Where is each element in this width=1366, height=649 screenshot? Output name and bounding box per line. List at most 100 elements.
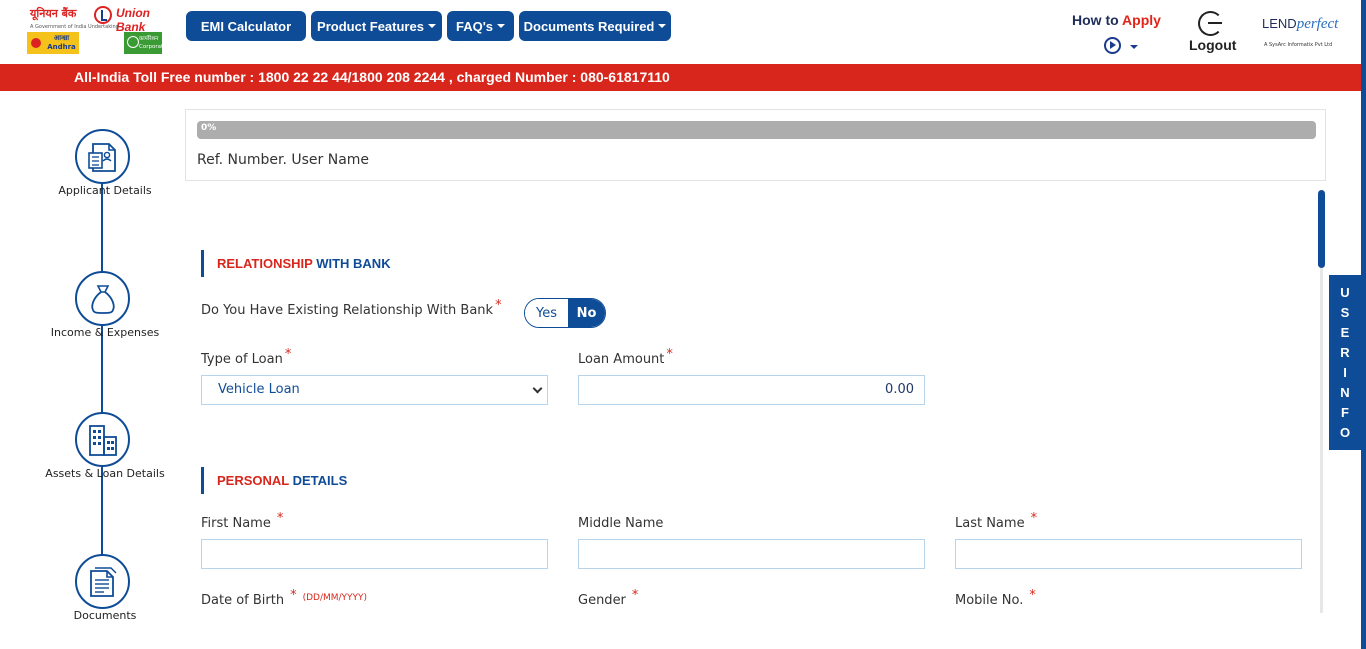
date-of-birth-label: Date of Birth * (DD/MM/YYYY): [201, 588, 368, 608]
heading-red-part: PERSONAL: [217, 473, 289, 488]
logout-button[interactable]: Logout: [1189, 37, 1236, 53]
union-bank-logo[interactable]: यूनियन बैंक Union Bank A Government of I…: [26, 4, 172, 54]
faqs-label: FAQ's: [455, 18, 494, 34]
required-marker: *: [666, 347, 673, 362]
toggle-no-option[interactable]: No: [568, 299, 605, 327]
scrollbar-thumb[interactable]: [1318, 190, 1325, 268]
step-connector: [101, 184, 103, 272]
relationship-section-heading: RELATIONSHIP WITH BANK: [201, 250, 391, 277]
chevron-down-icon: [532, 383, 543, 394]
user-info-letter: S: [1340, 304, 1350, 320]
middle-name-input[interactable]: [578, 539, 925, 569]
type-of-loan-value: Vehicle Loan: [218, 382, 300, 397]
andhra-bank-logo: आन्ध्रा Andhra: [27, 32, 79, 54]
how-to-apply-link[interactable]: How to Apply: [1072, 12, 1161, 28]
mobile-number-label: Mobile No. *: [955, 588, 1036, 608]
logo-tagline: A Government of India Undertaking: [30, 24, 119, 30]
first-name-input[interactable]: [201, 539, 548, 569]
existing-relationship-toggle[interactable]: Yes No: [524, 298, 606, 328]
step-label-assets-loan-details: Assets & Loan Details: [45, 467, 165, 480]
product-features-label: Product Features: [317, 18, 424, 34]
user-info-letter: E: [1340, 324, 1350, 340]
date-format-hint: (DD/MM/YYYY): [302, 593, 368, 603]
loan-amount-label: Loan Amount *: [578, 347, 673, 367]
first-name-label: First Name *: [201, 511, 283, 531]
progress-percent: 0%: [201, 123, 217, 133]
documents-icon: [89, 566, 116, 597]
how-to-apply-word: Apply: [1122, 12, 1161, 28]
step-label-documents: Documents: [73, 609, 137, 622]
user-info-letter: F: [1341, 404, 1349, 420]
required-marker: *: [284, 347, 292, 362]
corporation-seal-icon: [127, 36, 139, 48]
play-circle-icon[interactable]: [1104, 37, 1121, 54]
lendperfect-perfect: perfect: [1296, 16, 1339, 32]
lendperfect-lend: LEND: [1262, 16, 1297, 31]
mobile-number-text: Mobile No.: [955, 593, 1024, 608]
loan-amount-text: Loan Amount: [578, 352, 665, 367]
gender-label: Gender *: [578, 588, 638, 608]
required-marker: *: [290, 588, 297, 603]
heading-blue-part: WITH BANK: [312, 256, 391, 271]
heading-red-part: RELATIONSHIP: [217, 256, 313, 271]
step-assets-loan-details[interactable]: [75, 412, 130, 467]
documents-required-dropdown[interactable]: Documents Required: [519, 11, 671, 41]
step-label-income-expenses: Income & Expenses: [50, 326, 160, 339]
faqs-dropdown[interactable]: FAQ's: [447, 11, 514, 41]
required-marker: *: [1030, 511, 1038, 526]
caret-down-icon: [427, 24, 436, 28]
andhra-mark-icon: [31, 38, 41, 48]
user-info-letter: U: [1340, 284, 1350, 300]
middle-name-text: Middle Name: [578, 516, 664, 531]
user-info-letter: O: [1339, 424, 1351, 440]
personal-section-heading: PERSONAL DETAILS: [201, 467, 347, 494]
scrollbar-track[interactable]: [1320, 268, 1323, 613]
building-icon: [88, 424, 117, 456]
last-name-input[interactable]: [955, 539, 1302, 569]
step-applicant-details[interactable]: [75, 129, 130, 184]
page-right-border: [1361, 0, 1366, 649]
step-documents[interactable]: [75, 554, 130, 609]
toggle-yes-option[interactable]: Yes: [525, 299, 568, 327]
step-label-applicant-details: Applicant Details: [58, 184, 152, 197]
money-bag-icon: [90, 284, 115, 314]
required-marker: *: [631, 588, 639, 603]
logo-bank-name: Union Bank: [116, 6, 150, 34]
type-of-loan-text: Type of Loan: [201, 352, 283, 367]
type-of-loan-label: Type of Loan *: [201, 347, 291, 367]
user-info-tab[interactable]: U S E R I N F O: [1329, 275, 1361, 450]
andhra-logo-text: आन्ध्रा Andhra: [47, 34, 76, 51]
toll-free-text: All-India Toll Free number : 1800 22 22 …: [74, 69, 670, 85]
emi-calculator-button[interactable]: EMI Calculator: [186, 11, 306, 41]
step-connector: [101, 467, 103, 555]
how-to-prefix: How to: [1072, 12, 1123, 28]
documents-required-label: Documents Required: [523, 18, 655, 34]
existing-relationship-text: Do You Have Existing Relationship With B…: [201, 303, 494, 318]
product-features-dropdown[interactable]: Product Features: [311, 11, 442, 41]
heading-blue-part: DETAILS: [289, 473, 348, 488]
loan-amount-input[interactable]: 0.00: [578, 375, 925, 405]
caret-down-icon: [497, 24, 506, 28]
existing-relationship-label: Do You Have Existing Relationship With B…: [201, 298, 502, 318]
user-info-letter: N: [1340, 384, 1350, 400]
step-connector: [101, 326, 103, 414]
progress-card: 0% Ref. Number. User Name: [185, 109, 1326, 181]
applicant-document-icon: [87, 142, 116, 172]
required-marker: *: [276, 511, 284, 526]
caret-down-icon[interactable]: [1130, 45, 1138, 49]
last-name-label: Last Name *: [955, 511, 1037, 531]
required-marker: *: [1029, 588, 1036, 603]
corporation-logo-text: कार्पोरेशन Corporation: [139, 36, 172, 50]
type-of-loan-select[interactable]: Vehicle Loan: [201, 375, 548, 405]
logo-hindi-text: यूनियन बैंक: [30, 7, 77, 20]
step-income-expenses[interactable]: [75, 271, 130, 326]
first-name-text: First Name: [201, 516, 271, 531]
toll-free-banner: All-India Toll Free number : 1800 22 22 …: [0, 64, 1361, 91]
lendperfect-subtitle: A SysArc Informatix Pvt Ltd: [1264, 42, 1333, 48]
emi-calculator-label: EMI Calculator: [200, 18, 292, 34]
middle-name-label: Middle Name: [578, 516, 663, 531]
gender-text: Gender: [578, 593, 626, 608]
logout-icon[interactable]: [1198, 11, 1223, 36]
last-name-text: Last Name: [955, 516, 1025, 531]
union-bank-mark-icon: [94, 6, 112, 24]
